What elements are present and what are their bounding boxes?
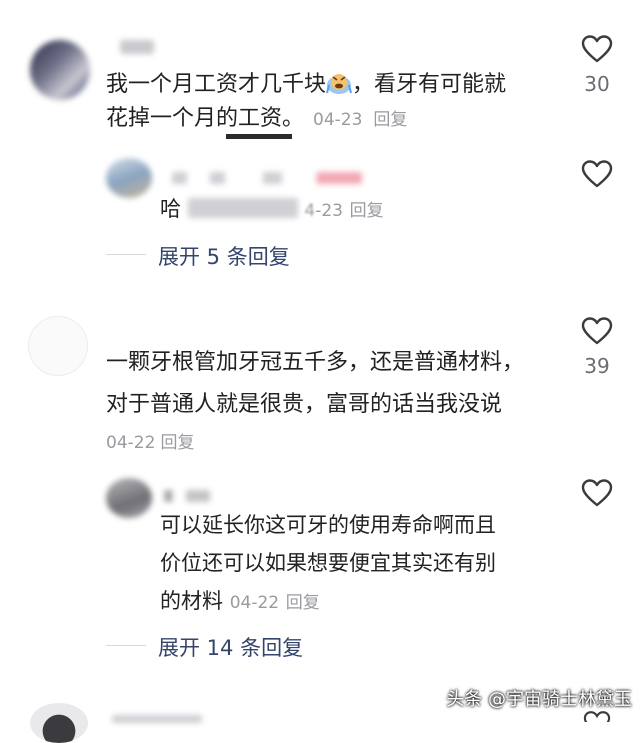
expand-divider <box>106 645 146 646</box>
comment-text-part: 我一个月工资才几千块 <box>106 72 327 97</box>
reply-username[interactable] <box>164 490 210 502</box>
like-button[interactable] <box>581 316 613 350</box>
crying-face-emoji-icon <box>326 71 352 95</box>
heart-outline-icon <box>581 479 613 512</box>
heart-outline-icon <box>581 35 613 68</box>
redaction-bar <box>226 134 292 139</box>
reply-button[interactable]: 回复 <box>286 593 320 613</box>
comment-date: 04-23 <box>313 110 363 130</box>
like-button[interactable] <box>583 710 611 722</box>
reply-button[interactable]: 回复 <box>161 433 195 453</box>
reply-text-line3: 的材料 04-22 回复 <box>160 584 320 620</box>
commenter-name[interactable] <box>120 40 154 54</box>
reply-date-prefix: 4 <box>304 201 316 221</box>
reply-avatar[interactable] <box>106 158 152 198</box>
like-button[interactable] <box>581 34 613 68</box>
comment-text: 我一个月工资才几千块 ，看牙有可能就 <box>106 68 576 102</box>
redacted-text <box>187 198 298 218</box>
reply-date: 04-22 <box>229 593 280 613</box>
reply-text: 哈 4-23 回复 <box>160 192 384 228</box>
like-count: 39 <box>584 354 610 378</box>
reply-username[interactable] <box>172 172 362 184</box>
reply-date: -23 <box>315 201 343 221</box>
reply-text-part: 的材料 <box>160 589 223 613</box>
commenter-name[interactable] <box>112 715 202 723</box>
like-button[interactable] <box>581 478 613 512</box>
commenter-avatar[interactable] <box>30 703 88 743</box>
reply-avatar[interactable] <box>106 478 152 518</box>
like-count: 30 <box>584 72 610 96</box>
reply-text-part: 哈 <box>160 197 181 221</box>
reply-text: 可以延长你这可牙的使用寿命啊而且 <box>160 513 496 537</box>
heart-outline-icon <box>581 160 613 193</box>
expand-replies-button[interactable]: 展开 14 条回复 <box>158 632 303 662</box>
heart-outline-icon <box>581 317 613 350</box>
like-button[interactable] <box>581 159 613 193</box>
heart-outline-icon <box>583 711 611 722</box>
expand-divider <box>106 254 146 255</box>
expand-replies-button[interactable]: 展开 5 条回复 <box>158 241 290 271</box>
comment-text-part: ，看牙有可能就 <box>352 72 507 97</box>
reply-text-line2: 价位还可以如果想要便宜其实还有别 <box>160 551 496 575</box>
commenter-avatar[interactable] <box>30 40 90 100</box>
commenter-avatar[interactable] <box>28 316 88 376</box>
reply-button[interactable]: 回复 <box>350 201 384 221</box>
comment-date: 04-22 <box>106 433 156 453</box>
comment-text-part: 花掉一个月的工资。 <box>106 106 305 131</box>
watermark: 头条 @宇宙骑士林黛玉 <box>446 689 632 710</box>
comment-text-line2: 花掉一个月的工资。 04-23 回复 <box>106 102 576 137</box>
comment-text: 一颗牙根管加牙冠五千多，还是普通材料， <box>106 350 525 375</box>
comment-meta: 04-22 回复 <box>106 428 195 453</box>
comment-text-line2: 对于普通人就是很贵，富哥的话当我没说 <box>106 392 503 417</box>
reply-button[interactable]: 回复 <box>373 110 407 130</box>
